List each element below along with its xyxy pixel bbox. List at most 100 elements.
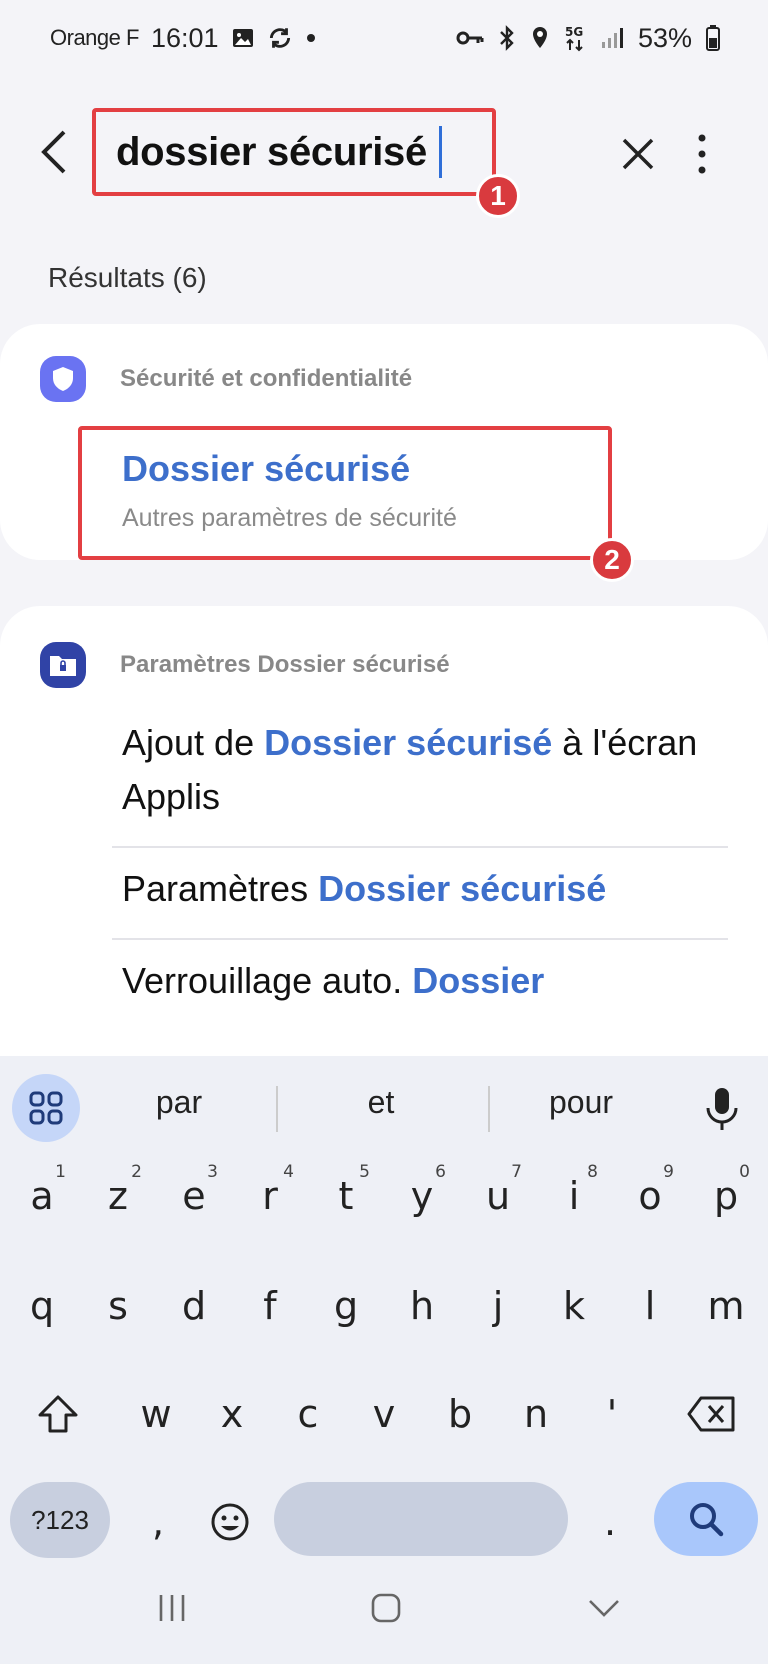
text-caret (438, 126, 442, 178)
navigation-bar (0, 1568, 768, 1664)
key-l[interactable]: l (612, 1266, 688, 1346)
key-u[interactable]: u7 (460, 1156, 536, 1236)
key-q[interactable]: q (4, 1266, 80, 1346)
key-row-1: a1z2e3r4t5y6u7i8o9p0 (0, 1156, 768, 1236)
key-a[interactable]: a1 (4, 1156, 80, 1236)
recents-button[interactable] (152, 1588, 192, 1628)
chevron-left-icon (41, 130, 66, 174)
back-nav-button[interactable] (584, 1588, 624, 1628)
key-w[interactable]: w (118, 1374, 194, 1454)
key-label: i (568, 1174, 580, 1218)
home-icon (371, 1593, 401, 1623)
keyboard-apps-button[interactable] (12, 1074, 80, 1142)
key-label: z (108, 1174, 128, 1218)
key-row-2: qsdfghjklm (0, 1266, 768, 1346)
key-i[interactable]: i8 (536, 1156, 612, 1236)
key-m[interactable]: m (688, 1266, 764, 1346)
key-p[interactable]: p0 (688, 1156, 764, 1236)
recents-icon (159, 1595, 185, 1621)
key-number-hint: 5 (359, 1162, 370, 1182)
clear-search-button[interactable] (620, 136, 656, 172)
back-button[interactable] (34, 126, 74, 178)
backspace-icon (687, 1396, 735, 1432)
key-label: p (713, 1174, 739, 1218)
key-r[interactable]: r4 (232, 1156, 308, 1236)
shift-icon (38, 1395, 78, 1433)
image-icon (231, 26, 255, 50)
key-e[interactable]: e3 (156, 1156, 232, 1236)
key-y[interactable]: y6 (384, 1156, 460, 1236)
dot-icon (305, 32, 317, 44)
divider (488, 1086, 490, 1132)
result-title: Dossier sécurisé (122, 448, 411, 489)
key-t[interactable]: t5 (308, 1156, 384, 1236)
key-b[interactable]: b (422, 1374, 498, 1454)
shift-key[interactable] (20, 1374, 96, 1454)
search-key[interactable] (654, 1482, 758, 1556)
search-input[interactable]: dossier sécurisé (92, 108, 496, 196)
list-item[interactable]: Ajout de Dossier sécurisé à l'écran Appl… (112, 702, 728, 846)
key-o[interactable]: o9 (612, 1156, 688, 1236)
symbols-key[interactable]: ?123 (10, 1482, 110, 1558)
key-s[interactable]: s (80, 1266, 156, 1346)
space-key[interactable] (274, 1482, 568, 1556)
suggestion-strip: par et pour (0, 1066, 768, 1150)
category-title: Sécurité et confidentialité (120, 365, 413, 392)
key-v[interactable]: v (346, 1374, 422, 1454)
key-label: u (485, 1174, 511, 1218)
result-item-secure-folder[interactable]: Dossier sécurisé Autres paramètres de sé… (78, 426, 612, 560)
key-h[interactable]: h (384, 1266, 460, 1346)
back-down-icon (589, 1600, 619, 1617)
results-count: Résultats (6) (48, 262, 207, 293)
key-z[interactable]: z2 (80, 1156, 156, 1236)
key-k[interactable]: k (536, 1266, 612, 1346)
status-left: Orange F 16:01 (50, 23, 317, 54)
period-key[interactable]: . (572, 1482, 648, 1562)
key-label: y (410, 1174, 434, 1218)
setting-list: Ajout de Dossier sécurisé à l'écran Appl… (112, 702, 728, 1030)
key-number-hint: 4 (283, 1162, 294, 1182)
key-label: a (30, 1174, 54, 1218)
bluetooth-icon (498, 25, 516, 51)
svg-text:5G: 5G (565, 25, 583, 39)
emoji-icon (211, 1503, 249, 1541)
shield-icon (40, 356, 86, 402)
key-label: t (338, 1174, 354, 1218)
key-c[interactable]: c (270, 1374, 346, 1454)
home-button[interactable] (366, 1588, 406, 1628)
annotation-badge-1: 1 (476, 174, 520, 218)
key-d[interactable]: d (156, 1266, 232, 1346)
close-icon (622, 138, 654, 170)
key-label: o (638, 1174, 662, 1218)
backspace-key[interactable] (674, 1374, 750, 1454)
list-item[interactable]: Paramètres Dossier sécurisé (112, 846, 728, 938)
key-n[interactable]: n (498, 1374, 574, 1454)
key-row-4: ?123 , . (0, 1482, 768, 1562)
battery-percent: 53% (637, 22, 692, 53)
list-item[interactable]: Verrouillage auto. Dossier (112, 938, 728, 1030)
comma-key[interactable]: , (120, 1482, 196, 1562)
clock: 16:01 (150, 22, 219, 53)
annotation-badge-2: 2 (590, 538, 634, 582)
card-header: Paramètres Dossier sécurisé (40, 642, 450, 688)
key-number-hint: 3 (207, 1162, 218, 1182)
more-options-button[interactable] (690, 132, 714, 176)
key-number-hint: 8 (587, 1162, 598, 1182)
key-j[interactable]: j (460, 1266, 536, 1346)
suggestion-1[interactable]: par (104, 1084, 254, 1121)
voice-input-button[interactable] (702, 1086, 742, 1134)
key-f[interactable]: f (232, 1266, 308, 1346)
key-apostrophe[interactable]: ' (574, 1374, 650, 1454)
key-number-hint: 2 (131, 1162, 142, 1182)
signal-icon (600, 26, 624, 50)
key-g[interactable]: g (308, 1266, 384, 1346)
category-title: Paramètres Dossier sécurisé (120, 651, 450, 678)
key-x[interactable]: x (194, 1374, 270, 1454)
key-number-hint: 9 (663, 1162, 674, 1182)
status-bar: Orange F 16:01 5G 53% (0, 0, 768, 76)
suggestion-2[interactable]: et (306, 1084, 456, 1121)
suggestion-3[interactable]: pour (506, 1084, 656, 1121)
key-number-hint: 1 (55, 1162, 66, 1182)
result-subtitle: Autres paramètres de sécurité (122, 504, 457, 532)
emoji-key[interactable] (192, 1482, 268, 1562)
